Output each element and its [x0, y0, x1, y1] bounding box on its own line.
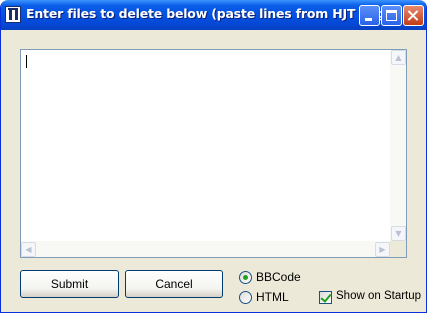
text-caret [26, 55, 27, 68]
window-title: Enter files to delete below (paste lines… [26, 6, 390, 21]
html-label[interactable]: HTML [256, 290, 289, 304]
bbcode-radio[interactable] [239, 271, 252, 284]
radio-selected-dot [243, 275, 248, 280]
maximize-icon [386, 10, 397, 21]
submit-button[interactable]: Submit [20, 270, 119, 298]
scroll-right-icon[interactable]: ▶ [375, 242, 390, 257]
dialog-window: Enter files to delete below (paste lines… [0, 0, 427, 313]
files-textarea[interactable]: ▲ ▼ ◀ ▶ [20, 49, 407, 258]
maximize-button[interactable] [381, 5, 402, 26]
show-on-startup-checkbox[interactable] [319, 291, 332, 304]
close-button[interactable] [403, 5, 424, 26]
scroll-left-icon[interactable]: ◀ [21, 242, 36, 257]
app-icon[interactable] [5, 6, 21, 23]
scroll-up-icon[interactable]: ▲ [391, 50, 406, 65]
vertical-scrollbar[interactable]: ▲ ▼ [390, 50, 406, 241]
scrollbar-corner [390, 241, 406, 257]
html-radio[interactable] [239, 291, 252, 304]
checkmark-icon [320, 291, 332, 303]
title-bar[interactable]: Enter files to delete below (paste lines… [1, 0, 426, 30]
scroll-down-icon[interactable]: ▼ [391, 226, 406, 241]
minimize-button[interactable] [359, 5, 380, 26]
bbcode-label[interactable]: BBCode [256, 270, 301, 284]
close-icon [404, 6, 423, 25]
show-on-startup-label[interactable]: Show on Startup [336, 290, 421, 302]
cancel-button[interactable]: Cancel [125, 270, 223, 298]
minimize-icon [365, 18, 372, 21]
horizontal-scrollbar[interactable]: ◀ ▶ [21, 241, 390, 257]
